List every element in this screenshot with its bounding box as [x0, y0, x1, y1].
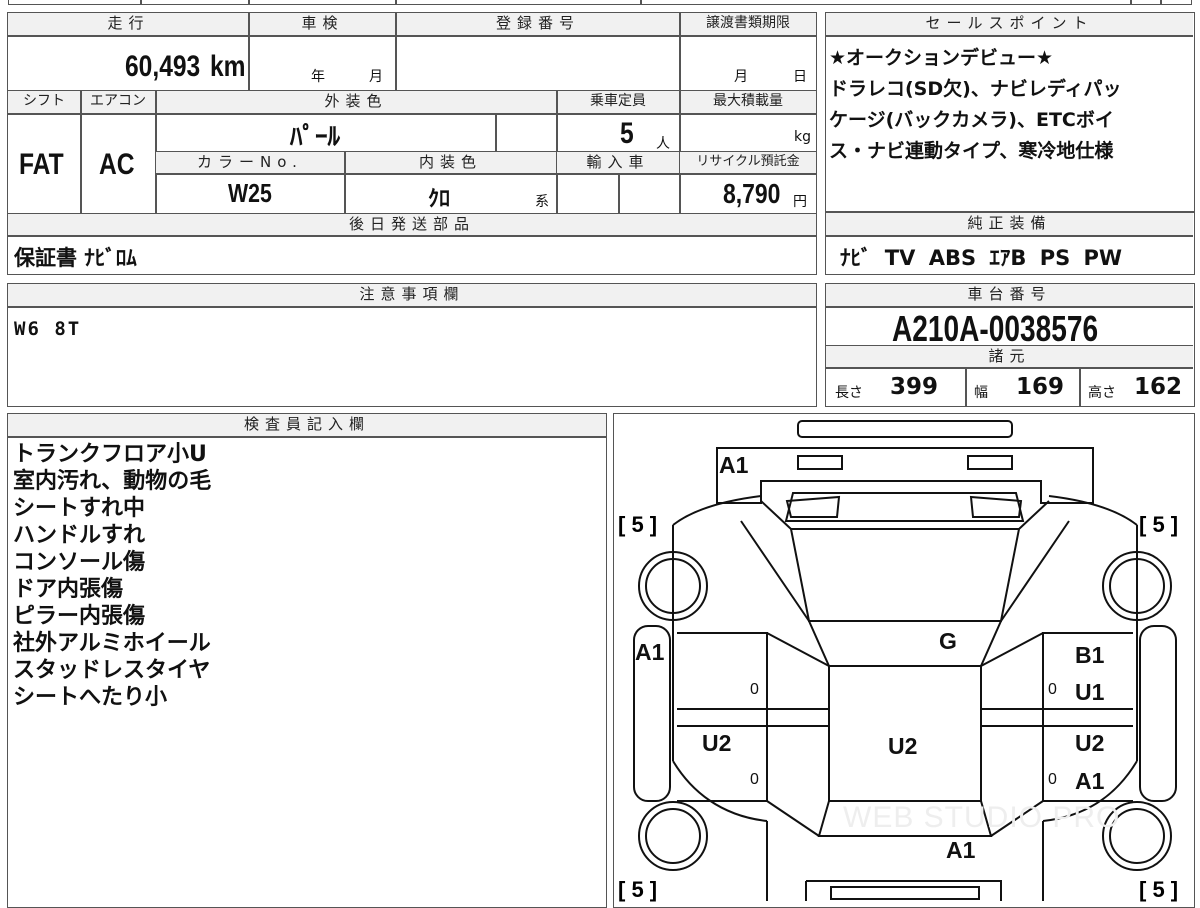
- inspector-item: シートへたり小: [13, 685, 168, 710]
- inspector-item: ピラー内張傷: [13, 604, 146, 629]
- transfer-deadline-header: 譲渡書類期限: [680, 13, 816, 35]
- inspector-item: 室内汚れ、動物の毛: [13, 469, 212, 494]
- mark-right-front-2: U1: [1075, 679, 1105, 705]
- equipment-header: 純正装備: [826, 213, 1193, 235]
- deadline-day-unit: 日: [793, 69, 807, 85]
- shift-value: FAT: [19, 148, 64, 181]
- tread-front-left: [ 5 ]: [618, 512, 657, 537]
- watermark: WEB STUDIO PRO: [843, 801, 1120, 834]
- later-parts-header: 後日発送部品: [8, 214, 816, 235]
- chassis-header: 車台番号: [826, 284, 1193, 306]
- inspection-header: 車検: [249, 13, 396, 35]
- zero-mark: 0: [1048, 771, 1057, 788]
- tread-front-right: [ 5 ]: [1139, 512, 1178, 537]
- tread-rear-left: [ 5 ]: [618, 877, 657, 902]
- aircon-header: エアコン: [81, 91, 155, 113]
- tread-rear-right: [ 5 ]: [1139, 877, 1178, 902]
- inspector-item: スタッドレスタイヤ: [13, 658, 211, 683]
- length-value: 399: [890, 374, 939, 400]
- mark-left-front: A1: [635, 639, 665, 665]
- height-value: 162: [1134, 374, 1183, 400]
- mileage-unit: km: [210, 50, 246, 83]
- exterior-color-value: ﾊﾟｰﾙ: [290, 122, 341, 151]
- zero-mark: 0: [1048, 681, 1057, 698]
- mark-bottom: A1: [946, 837, 976, 863]
- sales-point-text: ★オークションデビュー★ ドラレコ(SD欠)、ナビレディパッ ケージ(バックカメ…: [829, 47, 1122, 162]
- exterior-color-header: 外装色: [156, 91, 556, 113]
- car-diagram-box: [ 5 ] [ 5 ] [ 5 ] [ 5 ] A1 A1 G B1 U1 U2…: [613, 413, 1195, 908]
- mark-right-rear-2: A1: [1075, 768, 1105, 794]
- width-value: 169: [1016, 374, 1065, 400]
- notes-header: 注意事項欄: [8, 284, 816, 306]
- mark-left-rear: U2: [702, 730, 731, 756]
- import-header: 輸入車: [557, 152, 679, 173]
- mark-right-front-1: B1: [1075, 642, 1105, 668]
- height-label: 高さ: [1088, 385, 1116, 401]
- inspection-year-unit: 年: [311, 69, 325, 85]
- max-load-header: 最大積載量: [680, 91, 816, 113]
- color-no-header: カラーNo.: [156, 152, 344, 173]
- inspector-box: 検査員記入欄 トランクフロア小U 室内汚れ、動物の毛 シートすれ中 ハンドルすれ…: [7, 413, 607, 908]
- mileage-value: 60,493: [125, 50, 201, 83]
- specs-header: 諸元: [826, 346, 1193, 367]
- color-no-value: W25: [228, 178, 272, 208]
- inspector-item: コンソール傷: [13, 550, 146, 575]
- sales-point-box: セールスポイント ★オークションデビュー★ ドラレコ(SD欠)、ナビレディパッ …: [825, 12, 1195, 212]
- capacity-header: 乗車定員: [557, 91, 679, 113]
- later-parts-value: 保証書 ﾅﾋﾞﾛﾑ: [14, 246, 137, 270]
- zero-mark: 0: [750, 681, 759, 698]
- max-load-unit: kg: [794, 129, 811, 145]
- inspector-item: ドア内張傷: [13, 577, 124, 602]
- car-diagram: [ 5 ] [ 5 ] [ 5 ] [ 5 ] A1 A1 G B1 U1 U2…: [618, 420, 1178, 902]
- interior-color-suffix: 系: [535, 194, 549, 210]
- sales-point-header: セールスポイント: [826, 13, 1193, 35]
- recycle-fee-value: 8,790: [723, 178, 781, 209]
- interior-color-header: 内装色: [345, 152, 556, 173]
- inspector-list: トランクフロア小U 室内汚れ、動物の毛 シートすれ中 ハンドルすれ コンソール傷…: [13, 441, 211, 711]
- zero-mark: 0: [750, 771, 759, 788]
- shift-header: シフト: [8, 91, 80, 113]
- mark-roof: G: [939, 628, 957, 654]
- capacity-value: 5: [620, 117, 634, 150]
- inspector-header: 検査員記入欄: [8, 414, 606, 436]
- length-label: 長さ: [835, 385, 863, 401]
- inspector-item: トランクフロア小U: [13, 442, 207, 467]
- notes-box: 注意事項欄 W6 8T: [7, 283, 817, 407]
- aircon-value: AC: [99, 148, 135, 181]
- mark-center: U2: [888, 733, 917, 759]
- inspector-item: ハンドルすれ: [13, 523, 146, 548]
- recycle-fee-header: リサイクル預託金: [680, 152, 816, 173]
- inspection-month-unit: 月: [369, 69, 383, 85]
- recycle-fee-unit: 円: [793, 194, 807, 210]
- mileage-header: 走行: [8, 13, 249, 35]
- top-strip: [0, 0, 1200, 6]
- mark-rear: A1: [719, 452, 749, 478]
- registration-header: 登録番号: [396, 13, 680, 35]
- deadline-month-unit: 月: [734, 69, 748, 85]
- interior-color-value: ｸﾛ: [428, 187, 451, 212]
- equipment-box: 純正装備 ﾅﾋﾞ TV ABS ｴｱB PS PW: [825, 212, 1195, 275]
- vehicle-info-box: 走行 車検 登録番号 譲渡書類期限 60,493 km 年 月 月 日 シフト …: [7, 12, 817, 275]
- inspector-item: シートすれ中: [13, 496, 146, 521]
- notes-value: W6 8T: [14, 318, 82, 340]
- width-label: 幅: [974, 385, 988, 401]
- inspector-item: 社外アルミホイール: [13, 631, 211, 656]
- mark-right-rear-1: U2: [1075, 730, 1104, 756]
- capacity-unit: 人: [656, 136, 670, 152]
- chassis-box: 車台番号 A210A-0038576 諸元 長さ 399 幅 169 高さ 16…: [825, 283, 1195, 407]
- chassis-value: A210A-0038576: [892, 308, 1099, 349]
- equipment-value: ﾅﾋﾞ TV ABS ｴｱB PS PW: [840, 246, 1123, 270]
